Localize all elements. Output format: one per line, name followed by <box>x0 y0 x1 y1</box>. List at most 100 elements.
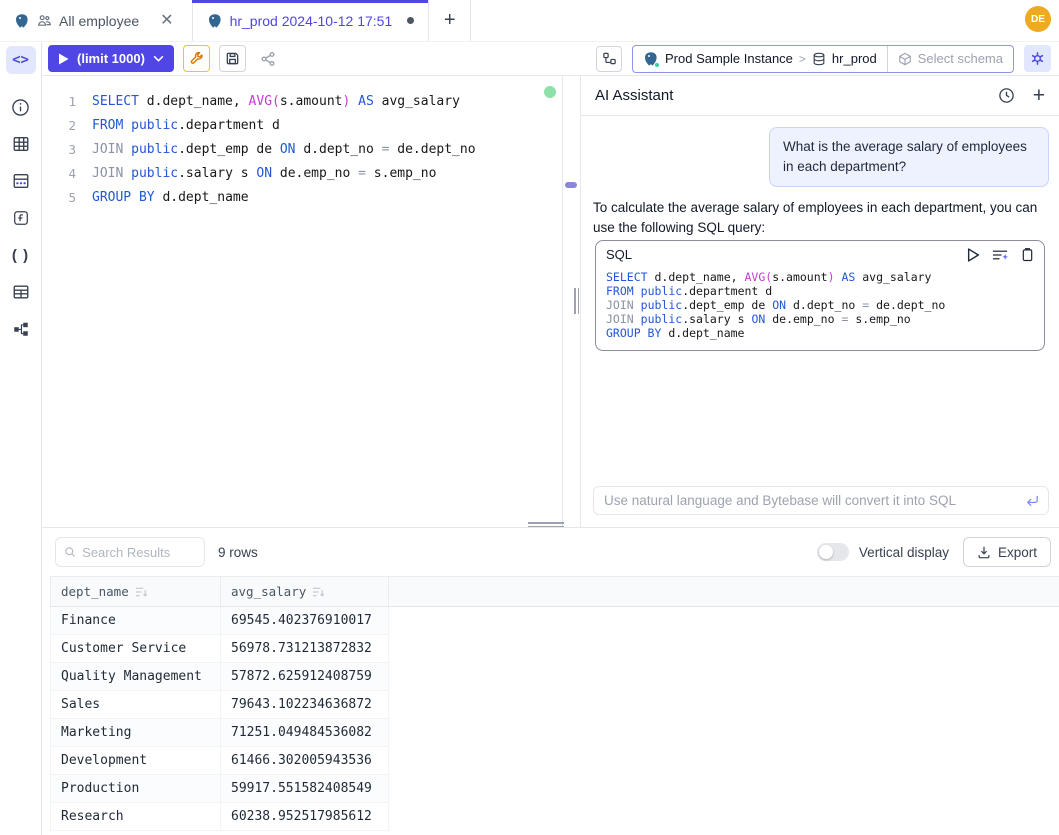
table-cell-filler <box>389 607 1059 635</box>
code-line[interactable]: 3JOIN public.dept_emp de ON d.dept_no = … <box>42 138 562 162</box>
table-cell[interactable]: 69545.402376910017 <box>221 607 389 635</box>
play-icon <box>58 53 69 65</box>
table-row[interactable]: Research60238.952517985612 <box>51 803 1059 831</box>
code-line: SELECT d.dept_name, AVG(s.amount) AS avg… <box>606 270 1034 284</box>
postgres-icon <box>207 13 223 29</box>
row-count-label: 9 rows <box>218 545 258 560</box>
table-cell-filler <box>389 663 1059 691</box>
editor-scrollbar-thumb[interactable] <box>565 182 577 188</box>
line-number: 3 <box>42 138 76 162</box>
table-cell[interactable]: Production <box>51 775 221 803</box>
table-row[interactable]: Production59917.551582408549 <box>51 775 1059 803</box>
insert-sql-icon[interactable] <box>992 248 1009 262</box>
code-line[interactable]: 2FROM public.department d <box>42 114 562 138</box>
table-row[interactable]: Quality Management57872.625912408759 <box>51 663 1059 691</box>
table-cell[interactable]: Research <box>51 803 221 831</box>
table-cell[interactable]: 61466.302005943536 <box>221 747 389 775</box>
table-cell[interactable]: Sales <box>51 691 221 719</box>
export-button[interactable]: Export <box>963 537 1051 567</box>
new-chat-icon[interactable]: + <box>1033 85 1045 106</box>
sidebar-item-schema-diagram[interactable] <box>6 315 36 343</box>
table-cell[interactable]: Quality Management <box>51 663 221 691</box>
openai-icon <box>1030 51 1045 66</box>
table-cell[interactable]: Development <box>51 747 221 775</box>
sidebar-item-functions[interactable] <box>6 204 36 232</box>
table-cell[interactable]: 59917.551582408549 <box>221 775 389 803</box>
wrench-icon <box>189 51 204 66</box>
table-row[interactable]: Sales79643.102234636872 <box>51 691 1059 719</box>
table-cell[interactable]: 56978.731213872832 <box>221 635 389 663</box>
users-icon <box>37 13 52 28</box>
select-schema-button[interactable]: Select schema <box>887 46 1013 72</box>
instance-status-dot <box>654 62 660 68</box>
postgres-icon <box>643 51 659 67</box>
submit-return-icon[interactable] <box>1025 493 1040 508</box>
table-cell[interactable]: Marketing <box>51 719 221 747</box>
sidebar-item-sql-editor[interactable]: <> <box>6 46 36 74</box>
postgres-icon <box>14 13 30 29</box>
copy-sql-icon[interactable] <box>1021 247 1034 262</box>
close-tab-icon[interactable]: ✕ <box>156 11 177 31</box>
sidebar-item-info[interactable] <box>6 93 36 121</box>
sql-code-area[interactable]: 1SELECT d.dept_name, AVG(s.amount) AS av… <box>42 76 562 210</box>
sidebar-item-sheets[interactable] <box>6 278 36 306</box>
line-number: 4 <box>42 162 76 186</box>
connection-selector[interactable]: Prod Sample Instance > hr_prod Select sc… <box>632 45 1014 73</box>
avatar[interactable]: DE <box>1025 6 1051 32</box>
share-icon <box>260 51 276 67</box>
sql-block-label: SQL <box>606 247 632 262</box>
table-row[interactable]: Development61466.302005943536 <box>51 747 1059 775</box>
code-line[interactable]: 4JOIN public.salary s ON de.emp_no = s.e… <box>42 162 562 186</box>
column-header-dept-name[interactable]: dept_name <box>51 577 221 607</box>
database-icon <box>812 52 826 66</box>
sidebar-item-parameters[interactable]: ( ) <box>6 241 36 269</box>
table-row[interactable]: Customer Service56978.731213872832 <box>51 635 1059 663</box>
run-query-button[interactable]: (limit 1000) <box>48 45 174 72</box>
history-clock-icon[interactable] <box>998 87 1015 104</box>
table-cell[interactable]: Customer Service <box>51 635 221 663</box>
table-cell[interactable]: 60238.952517985612 <box>221 803 389 831</box>
table-cell[interactable]: 71251.049484536082 <box>221 719 389 747</box>
code-line[interactable]: 1SELECT d.dept_name, AVG(s.amount) AS av… <box>42 90 562 114</box>
new-tab-button[interactable]: + <box>429 0 471 41</box>
save-icon <box>225 51 240 66</box>
table-cell[interactable]: 79643.102234636872 <box>221 691 389 719</box>
connection-instance-database[interactable]: Prod Sample Instance > hr_prod <box>633 46 887 72</box>
database-name: hr_prod <box>832 51 877 66</box>
column-header-avg-salary[interactable]: avg_salary <box>221 577 389 607</box>
table-row[interactable]: Finance69545.402376910017 <box>51 607 1059 635</box>
table-cell[interactable]: 57872.625912408759 <box>221 663 389 691</box>
run-sql-icon[interactable] <box>967 248 980 262</box>
vertical-display-toggle[interactable] <box>817 543 849 561</box>
sidebar-item-tables[interactable] <box>6 130 36 158</box>
line-number: 2 <box>42 114 76 138</box>
line-number: 5 <box>42 186 76 210</box>
tab-label: hr_prod 2024-10-12 17:51 <box>230 13 393 29</box>
share-button[interactable] <box>255 45 282 72</box>
search-results-box[interactable] <box>55 537 205 567</box>
tab-all-employee[interactable]: All employee ✕ <box>0 0 193 41</box>
unsaved-indicator-dot <box>407 17 414 24</box>
results-resize-handle[interactable] <box>528 522 564 527</box>
schema-panel-button[interactable] <box>596 46 622 72</box>
table-row[interactable]: Marketing71251.049484536082 <box>51 719 1059 747</box>
code-line[interactable]: 5GROUP BY d.dept_name <box>42 186 562 210</box>
format-sql-button[interactable] <box>183 45 210 72</box>
table-cell-filler <box>389 635 1059 663</box>
tab-hr-prod[interactable]: hr_prod 2024-10-12 17:51 <box>193 0 430 41</box>
ai-prompt-input[interactable] <box>593 486 1049 515</box>
left-sidebar: <> ( ) <box>0 42 42 835</box>
ai-assistant-button[interactable] <box>1024 45 1051 72</box>
download-icon <box>977 545 991 559</box>
code-line: JOIN public.salary s ON de.emp_no = s.em… <box>606 312 1034 326</box>
code-icon: <> <box>12 52 29 68</box>
sidebar-item-data[interactable] <box>6 167 36 195</box>
table-cell[interactable]: Finance <box>51 607 221 635</box>
ai-sql-code: SELECT d.dept_name, AVG(s.amount) AS avg… <box>596 264 1044 350</box>
table-cell-filler <box>389 775 1059 803</box>
search-results-input[interactable] <box>82 545 196 560</box>
sql-editor[interactable]: 1SELECT d.dept_name, AVG(s.amount) AS av… <box>42 76 562 527</box>
results-table: dept_name avg_salary Finance69545.402376… <box>50 576 1059 831</box>
assistant-chat-message: To calculate the average salary of emplo… <box>593 198 1049 238</box>
save-sheet-button[interactable] <box>219 45 246 72</box>
